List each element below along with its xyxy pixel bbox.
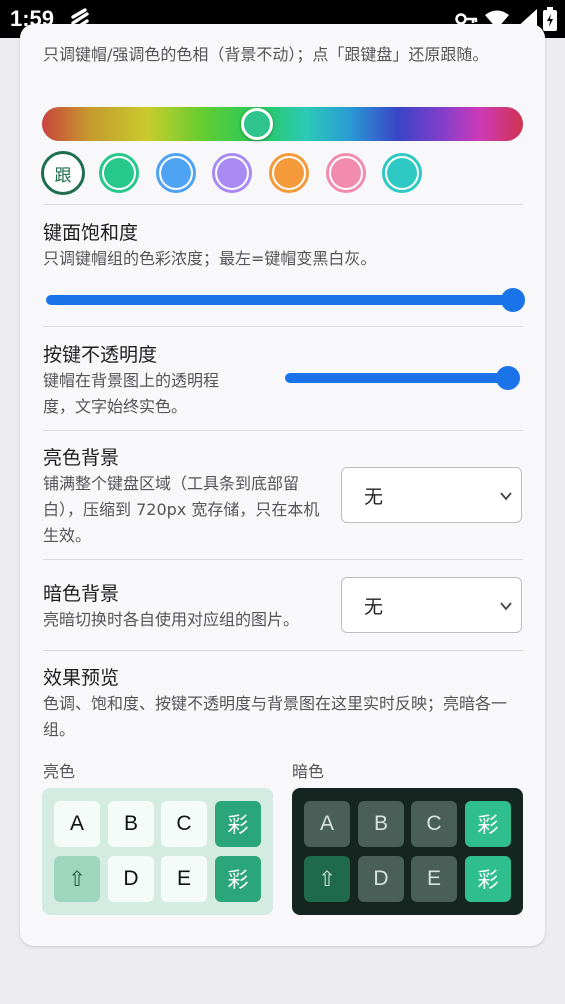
preview-description: 色调、饱和度、按键不透明度与背景图在这里实时反映；亮暗各一组。 [43, 694, 508, 739]
dark-bg-title: 暗色背景 [43, 583, 120, 605]
divider [43, 326, 523, 327]
preview-light-keyboard: A B C 彩 ⇧ D E 彩 [42, 788, 273, 915]
preview-accent-key: 彩 [465, 801, 511, 847]
preview-key: A [304, 801, 350, 847]
follow-keyboard-button[interactable]: 跟 [41, 151, 85, 195]
preview-key: A [54, 801, 100, 847]
preview-accent-key: 彩 [215, 856, 261, 902]
preview-key: C [411, 801, 457, 847]
preview-key: D [108, 856, 154, 902]
opacity-slider[interactable] [285, 373, 515, 383]
divider [43, 430, 523, 431]
hue-slider[interactable] [42, 107, 523, 141]
saturation-slider[interactable] [46, 295, 516, 305]
preview-key: B [108, 801, 154, 847]
preview-shift-key: ⇧ [54, 856, 100, 902]
battery-icon [543, 7, 557, 35]
hue-swatch-green[interactable] [99, 153, 139, 193]
opacity-description: 键帽在背景图上的透明程度，文字始终实色。 [43, 371, 220, 416]
preview-light-label: 亮色 [43, 762, 76, 781]
light-bg-title: 亮色背景 [43, 447, 120, 469]
light-bg-select[interactable]: 无 [341, 467, 522, 523]
dark-bg-select[interactable]: 无 [341, 577, 522, 633]
hue-swatch-orange[interactable] [269, 153, 309, 193]
dark-bg-select-value: 无 [364, 596, 384, 618]
dark-bg-description: 亮暗切换时各自使用对应组的图片。 [43, 610, 300, 629]
preview-key: D [358, 856, 404, 902]
preview-title: 效果预览 [43, 667, 120, 689]
preview-key: E [161, 856, 207, 902]
light-bg-select-value: 无 [364, 486, 384, 508]
preview-key: B [358, 801, 404, 847]
preview-dark-label: 暗色 [292, 762, 325, 781]
preview-key: E [411, 856, 457, 902]
hue-swatch-blue[interactable] [156, 153, 196, 193]
preview-accent-key: 彩 [465, 856, 511, 902]
preview-key: C [161, 801, 207, 847]
opacity-title: 按键不透明度 [43, 344, 158, 366]
preview-shift-key: ⇧ [304, 856, 350, 902]
saturation-title: 键面饱和度 [43, 222, 139, 244]
divider [43, 650, 523, 651]
preview-accent-key: 彩 [215, 801, 261, 847]
hue-description: 只调键帽/强调色的色相（背景不动）；点「跟键盘」还原跟随。 [43, 45, 489, 64]
preview-dark-keyboard: A B C 彩 ⇧ D E 彩 [292, 788, 523, 915]
hue-swatch-teal[interactable] [382, 153, 422, 193]
chevron-down-icon [499, 488, 513, 507]
hue-swatch-purple[interactable] [212, 153, 252, 193]
saturation-slider-thumb[interactable] [501, 288, 525, 312]
divider [43, 204, 523, 205]
hue-slider-thumb[interactable] [241, 108, 273, 140]
chevron-down-icon [499, 598, 513, 617]
opacity-slider-thumb[interactable] [496, 366, 520, 390]
saturation-description: 只调键帽组的色彩浓度；最左=键帽变黑白灰。 [43, 249, 377, 268]
light-bg-description: 铺满整个键盘区域（工具条到底部留白），压缩到 720px 宽存储，只在本机生效。 [43, 474, 320, 545]
hue-swatch-pink[interactable] [326, 153, 366, 193]
divider [43, 559, 523, 560]
